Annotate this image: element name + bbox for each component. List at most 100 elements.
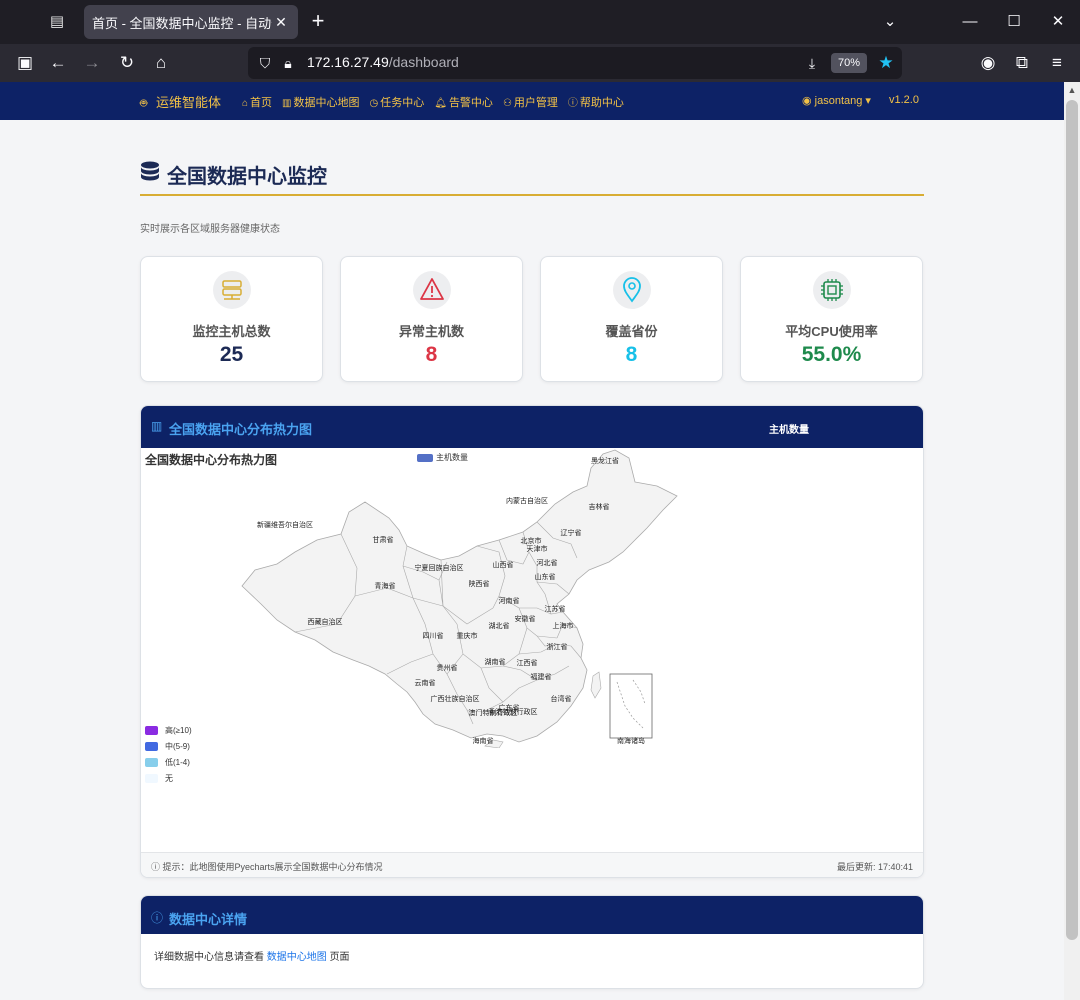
close-window-icon[interactable]: ✕: [1046, 10, 1070, 34]
map-icon: ▥: [151, 419, 163, 433]
app-nav-menu: ⌂ 首页 ▥ 数据中心地图 ◷ 任务中心 🔔︎ 告警中心 ⚇ 用户管理 ⓘ 帮助中心: [242, 94, 624, 110]
page-scrollbar[interactable]: ▲: [1064, 82, 1080, 1000]
province-label: 重庆市: [457, 631, 478, 640]
brand-name: 运维智能体: [156, 95, 222, 110]
province-label: 内蒙古自治区: [506, 496, 548, 505]
info-icon: ⓘ: [151, 862, 163, 872]
tracking-shield-icon[interactable]: ⛉: [256, 53, 274, 73]
province-label: 湖南省: [485, 657, 506, 666]
reload-icon[interactable]: ↻: [116, 52, 138, 74]
new-tab-icon[interactable]: +: [306, 10, 330, 34]
visual-map-item-none[interactable]: 无: [145, 770, 192, 786]
app-version: v1.2.0: [889, 94, 919, 106]
china-map[interactable]: 黑龙江省吉林省辽宁省 内蒙古自治区新疆维吾尔自治区甘肃省 北京市天津市河北省宁夏回族…: [237, 448, 687, 748]
province-label: 贵州省: [437, 663, 458, 672]
clock-icon: ◷: [369, 98, 379, 109]
detail-text-before: 详细数据中心信息请查看: [154, 952, 264, 963]
back-icon[interactable]: ←: [47, 52, 69, 74]
address-bar[interactable]: ⛉ 🔒︎ 172.16.27.49/dashboard ⤓ 70% ★: [248, 47, 902, 79]
url-text[interactable]: 172.16.27.49/dashboard: [307, 54, 459, 70]
maximize-window-icon[interactable]: ☐: [1002, 10, 1026, 34]
province-label: 宁夏回族自治区: [415, 563, 464, 572]
province-label: 南海诸岛: [617, 736, 645, 745]
user-menu[interactable]: ◉ jasontang ▾: [802, 94, 871, 107]
map-icon: ▥: [282, 98, 292, 109]
browser-nav-bar: ▣ ← → ↻ ⌂ ⛉ 🔒︎ 172.16.27.49/dashboard ⤓ …: [0, 44, 1080, 82]
stat-card-provinces: 覆盖省份 8: [540, 256, 723, 382]
nav-item-datacenter-map[interactable]: ▥ 数据中心地图: [282, 94, 359, 110]
panel-title: 数据中心详情: [169, 912, 248, 927]
province-label: 江苏省: [545, 604, 566, 613]
province-label: 山东省: [535, 572, 556, 581]
province-label: 澳门特别行政区: [469, 708, 518, 717]
nav-item-alerts[interactable]: 🔔︎ 告警中心: [434, 94, 493, 110]
scroll-up-arrow-icon[interactable]: ▲: [1064, 82, 1080, 98]
stat-value: 8: [425, 343, 438, 366]
minimize-window-icon[interactable]: —: [958, 10, 982, 34]
datacenter-map-link[interactable]: 数据中心地图: [267, 952, 327, 963]
account-icon[interactable]: ◉: [977, 52, 999, 74]
scroll-thumb[interactable]: [1066, 100, 1078, 940]
tab-overflow-chevron-icon[interactable]: ⌄: [878, 10, 902, 34]
bookmark-star-icon[interactable]: ★: [876, 52, 896, 74]
province-label: 台湾省: [551, 694, 572, 703]
legend-swatch: [145, 741, 158, 751]
home-browser-icon[interactable]: ⌂: [150, 52, 172, 74]
panel-header: ▥ 全国数据中心分布热力图 主机数量: [141, 406, 923, 448]
menu-icon[interactable]: ≡: [1046, 52, 1068, 74]
visual-map-item-low[interactable]: 低(1-4): [145, 754, 192, 770]
heatmap-panel: ▥ 全国数据中心分布热力图 主机数量 全国数据中心分布热力图 主机数量 黑龙江省…: [140, 405, 924, 878]
stat-card-abnormal-hosts: 异常主机数 8: [340, 256, 523, 382]
panel-header: ⓘ 数据中心详情: [141, 896, 923, 934]
legend-label: 低(1-4): [165, 757, 190, 767]
detail-panel: ⓘ 数据中心详情 详细数据中心信息请查看 数据中心地图 页面: [140, 895, 924, 989]
province-label: 湖北省: [489, 621, 510, 630]
nav-item-help[interactable]: ⓘ 帮助中心: [568, 94, 624, 110]
help-icon: ⓘ: [567, 98, 578, 109]
visual-map-legend: 高(≥10) 中(5-9) 低(1-4) 无: [145, 722, 192, 786]
province-label: 河南省: [499, 596, 520, 605]
forward-icon[interactable]: →: [81, 52, 103, 74]
tab-list-icon[interactable]: ▤: [46, 12, 68, 32]
nav-item-label: 告警中心: [448, 97, 493, 109]
app-navbar: 🤖︎ 运维智能体 ⌂ 首页 ▥ 数据中心地图 ◷ 任务中心 🔔︎ 告警中心 ⚇ 用户管理 ⓘ…: [0, 82, 1064, 120]
detail-text: 详细数据中心信息请查看 数据中心地图 页面: [154, 948, 350, 963]
browser-tab-title: 首页 - 全国数据中心监控 - 自动化运: [92, 15, 272, 31]
province-label: 上海市: [553, 621, 574, 630]
zoom-level-badge[interactable]: 70%: [831, 53, 867, 73]
province-label: 福建省: [531, 672, 552, 681]
url-host: 172.16.27.49: [307, 54, 389, 70]
province-label: 山西省: [493, 560, 514, 569]
province-label: 辽宁省: [561, 528, 582, 537]
map-note-text: 提示：此地图使用Pyecharts展示全国数据中心分布情况: [162, 862, 383, 872]
close-tab-icon[interactable]: ✕: [272, 13, 290, 31]
province-label: 新疆维吾尔自治区: [257, 520, 313, 529]
brand[interactable]: 🤖︎ 运维智能体: [140, 92, 221, 112]
province-label: 河北省: [537, 558, 558, 567]
stat-value: 55.0%: [801, 343, 862, 366]
nav-item-label: 用户管理: [513, 97, 558, 109]
lock-icon[interactable]: 🔒︎: [279, 53, 297, 73]
nav-item-tasks[interactable]: ◷ 任务中心: [370, 94, 425, 110]
sidebar-toggle-icon[interactable]: ▣: [14, 52, 36, 74]
caret-down-icon: ▾: [862, 95, 871, 107]
stat-card-total-hosts: 监控主机总数 25: [140, 256, 323, 382]
bell-icon: 🔔︎: [434, 98, 447, 109]
url-path: /dashboard: [388, 54, 459, 70]
visual-map-item-high[interactable]: 高(≥10): [145, 722, 192, 738]
province-label: 四川省: [423, 631, 444, 640]
nav-item-home[interactable]: ⌂ 首页: [242, 94, 272, 110]
server-icon: [213, 271, 251, 309]
legend-label: 无: [165, 773, 173, 783]
province-label: 黑龙江省: [591, 456, 619, 465]
extensions-icon[interactable]: ⧉: [1011, 52, 1033, 74]
browser-tab-active[interactable]: 首页 - 全国数据中心监控 - 自动化运 ✕: [84, 5, 298, 39]
info-icon: ⓘ: [151, 911, 164, 925]
stat-label: 平均CPU使用率: [785, 324, 878, 339]
robot-icon: 🤖︎: [140, 96, 148, 110]
province-label: 江西省: [517, 658, 538, 667]
visual-map-item-mid[interactable]: 中(5-9): [145, 738, 192, 754]
legend-label: 中(5-9): [165, 741, 190, 751]
nav-item-users[interactable]: ⚇ 用户管理: [503, 94, 558, 110]
download-icon[interactable]: ⤓: [802, 53, 822, 73]
